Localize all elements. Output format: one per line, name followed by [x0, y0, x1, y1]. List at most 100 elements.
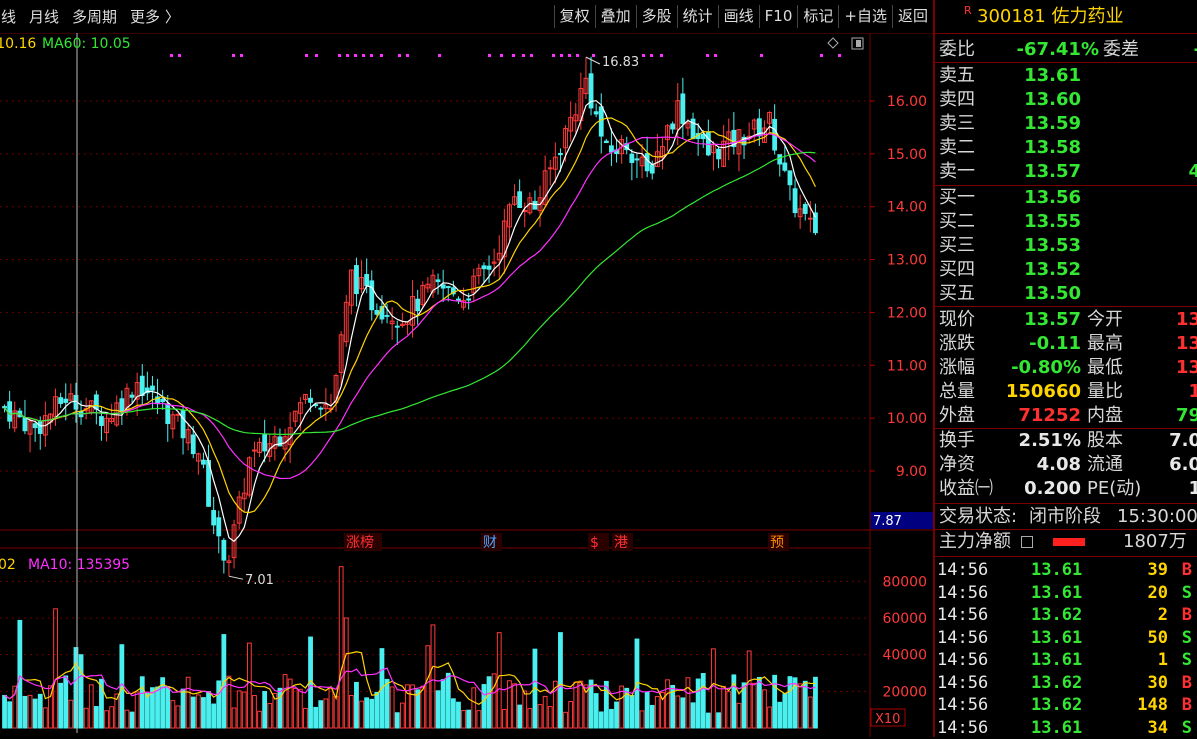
volume-bar — [620, 686, 624, 728]
tick-price: 13.62 — [1031, 694, 1082, 717]
volume-bar — [513, 684, 517, 728]
fundamental-value: 2.51% — [985, 429, 1081, 453]
volume-bar — [610, 709, 614, 728]
stat-row: 总量150660量比1 — [939, 380, 1197, 404]
period-day-tab[interactable]: 日线 — [0, 6, 16, 27]
bid-level-label: 买五 — [939, 282, 975, 306]
stat-value: 13 — [1176, 356, 1197, 380]
tick-time: 14:56 — [937, 582, 988, 605]
cursor-price-label: 7.87 — [873, 514, 902, 529]
tick-volume: 2 — [1158, 604, 1168, 627]
divider — [935, 62, 1197, 63]
candle-body — [222, 540, 226, 560]
volume-bar — [135, 692, 139, 728]
volume-bar — [482, 685, 486, 728]
add-watchlist-button[interactable]: +自选 — [838, 5, 892, 28]
candle-body — [385, 315, 389, 316]
ratio-value: -67.41% — [999, 38, 1099, 62]
trade-state-time: 15:30:00 — [1117, 505, 1197, 529]
volume-bar — [763, 690, 767, 728]
overlay-button[interactable]: 叠加 — [595, 5, 636, 28]
price-tick-label: 15.00 — [887, 147, 927, 163]
list-icon[interactable] — [1021, 536, 1033, 548]
volume-tick-label: 20000 — [882, 684, 927, 700]
kline-chart[interactable]: 16.0015.0014.0013.0012.0011.0010.009.007… — [0, 33, 933, 737]
volume-bar — [640, 711, 644, 728]
volume-bar — [686, 678, 690, 728]
tick-row: 14:56 13.61 1 S — [937, 649, 1197, 672]
period-month-tab[interactable]: 月线 — [29, 6, 59, 27]
stat-value: 150660 — [985, 380, 1081, 404]
fundamental-row: 净资4.08流通6.0 — [939, 453, 1197, 477]
price-tick-label: 11.00 — [887, 358, 927, 374]
ma-legend-item: MA?: 10.16 — [0, 36, 36, 52]
signal-dot — [315, 54, 318, 57]
volume-bar — [783, 694, 787, 728]
diamond-icon[interactable] — [828, 38, 838, 48]
volume-bar — [370, 699, 374, 728]
r-badge: R — [964, 0, 972, 27]
volume-bar — [349, 695, 353, 728]
mark-button[interactable]: 标记 — [797, 5, 838, 28]
bid-price: 13.55 — [999, 210, 1081, 234]
tick-time: 14:56 — [937, 604, 988, 627]
ma60-line — [5, 152, 816, 434]
stat-label: 涨幅 — [939, 356, 975, 380]
stat-value: -0.11 — [985, 332, 1081, 356]
tick-row: 14:56 13.61 39 B — [937, 559, 1197, 582]
signal-dot — [820, 54, 823, 57]
signal-dot — [178, 54, 181, 57]
event-marker: 涨榜 — [346, 534, 374, 551]
volume-bar — [247, 643, 251, 728]
adjust-button[interactable]: 复权 — [554, 5, 595, 28]
volume-bar — [355, 682, 359, 728]
draw-line-button[interactable]: 画线 — [718, 5, 759, 28]
candle-body — [717, 149, 721, 159]
back-button[interactable]: 返回 — [892, 5, 933, 28]
stat-value: 13 — [1176, 308, 1197, 332]
volume-bar — [84, 708, 88, 728]
tick-time: 14:56 — [937, 559, 988, 582]
divider — [935, 556, 1197, 557]
main-net-row[interactable]: 主力净额 1807万 — [939, 530, 1197, 554]
tick-time: 14:56 — [937, 649, 988, 672]
signal-dot — [305, 54, 308, 57]
stat-label: 外盘 — [939, 404, 975, 428]
low-marker — [229, 576, 243, 579]
candle-body — [395, 326, 399, 327]
ask-price: 13.60 — [999, 88, 1081, 112]
candle-body — [559, 153, 563, 154]
multi-stock-button[interactable]: 多股 — [636, 5, 677, 28]
signal-dot — [354, 54, 357, 57]
period-multi-tab[interactable]: 多周期 — [72, 6, 117, 27]
period-more-menu[interactable]: 更多 〉 — [130, 6, 180, 27]
signal-dot — [706, 54, 709, 57]
fundamental-label: PE(动) — [1087, 477, 1141, 501]
ask-level-row: 卖三13.59 — [939, 112, 1197, 136]
signal-dot — [488, 54, 491, 57]
volume-bar — [196, 695, 200, 728]
stock-code: 300181 — [977, 6, 1046, 27]
tick-time: 14:56 — [937, 694, 988, 717]
tick-side: B — [1182, 672, 1192, 695]
volume-bar — [615, 702, 619, 728]
volume-bar — [666, 680, 670, 728]
bid-level-row: 买三13.53 — [939, 234, 1197, 258]
volume-bar — [130, 712, 134, 728]
diff-value: - — [1194, 38, 1197, 62]
f10-button[interactable]: F10 — [759, 5, 798, 28]
volume-bar — [33, 699, 37, 728]
bid-level-label: 买三 — [939, 234, 975, 258]
volume-bar — [472, 688, 476, 728]
volume-bar — [462, 710, 466, 728]
volume-bar — [191, 697, 195, 728]
volume-bar — [451, 699, 455, 728]
stat-row: 外盘71252内盘79 — [939, 404, 1197, 428]
trade-state-row: 交易状态: 闭市阶段 15:30:00 — [939, 505, 1197, 529]
bid-level-label: 买二 — [939, 210, 975, 234]
volume-bar — [747, 651, 751, 728]
tick-side: B — [1182, 694, 1192, 717]
signal-dot — [406, 54, 409, 57]
candle-body — [181, 410, 185, 437]
statistics-button[interactable]: 统计 — [677, 5, 718, 28]
